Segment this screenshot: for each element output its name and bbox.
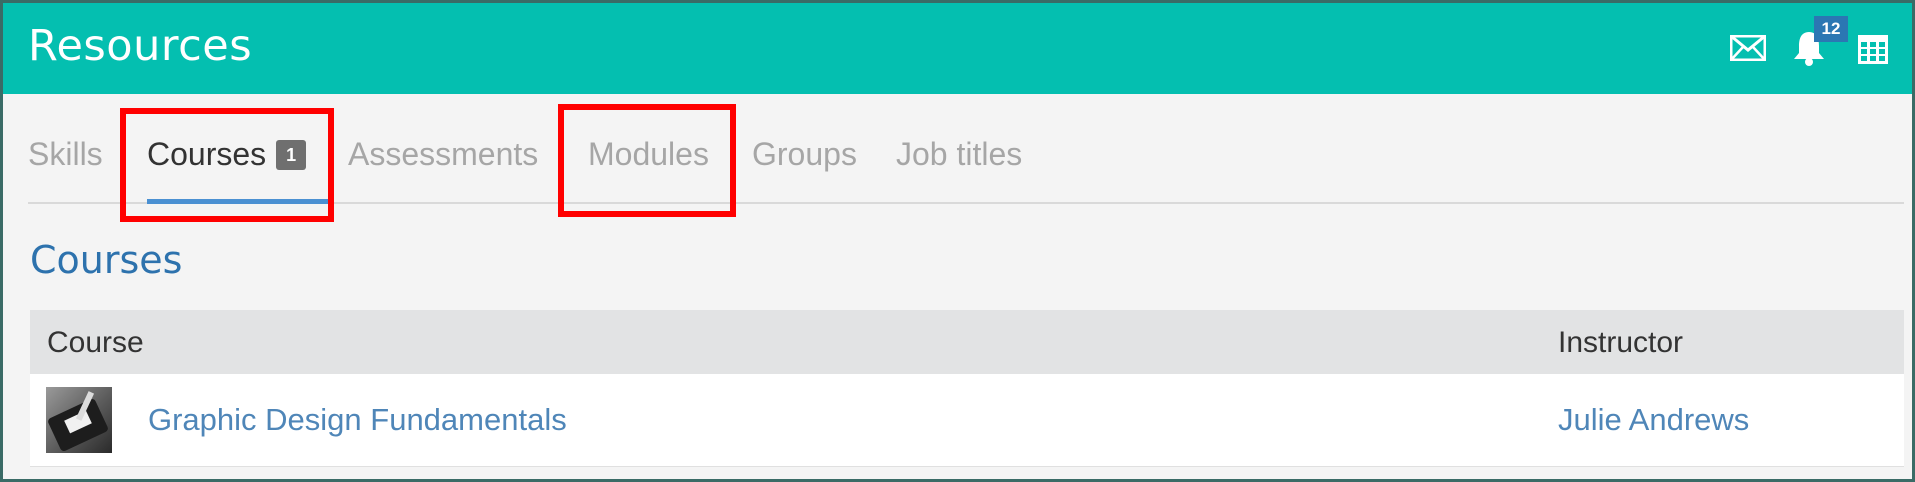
tab-modules[interactable]: Modules: [588, 136, 709, 173]
tab-job-titles[interactable]: Job titles: [896, 136, 1022, 173]
mail-icon[interactable]: [1729, 34, 1767, 66]
tab-label: Groups: [752, 136, 857, 172]
tab-label: Assessments: [348, 136, 539, 172]
table-row: Graphic Design Fundamentals Julie Andrew…: [30, 374, 1904, 467]
active-tab-indicator: [147, 199, 332, 204]
table-header: Course Instructor: [30, 310, 1904, 374]
course-link[interactable]: Graphic Design Fundamentals: [148, 402, 567, 438]
tab-label: Modules: [588, 136, 709, 172]
column-header-course: Course: [47, 326, 144, 359]
course-thumbnail[interactable]: [46, 387, 112, 453]
tab-groups[interactable]: Groups: [752, 136, 857, 173]
tab-bar: Skills Courses 1 Assessments Modules Grou…: [28, 94, 1904, 204]
resources-panel: Resources 12 Skills Courses 1 Assessment…: [0, 0, 1915, 482]
tab-courses[interactable]: Courses 1: [147, 136, 307, 173]
tab-assessments[interactable]: Assessments: [348, 136, 538, 173]
tab-label: Courses: [147, 136, 267, 172]
tab-label: Skills: [28, 136, 103, 172]
courses-table: Course Instructor Graphic Design Fundame…: [30, 310, 1904, 467]
column-header-instructor: Instructor: [1558, 326, 1684, 359]
tab-label: Job titles: [896, 136, 1023, 172]
calendar-icon[interactable]: [1857, 33, 1889, 70]
instructor-link[interactable]: Julie Andrews: [1558, 402, 1749, 438]
header-bar: Resources 12: [3, 3, 1912, 94]
section-title: Courses: [30, 238, 183, 282]
tab-skills[interactable]: Skills: [28, 136, 103, 173]
count-badge: 1: [276, 140, 307, 170]
page-title: Resources: [28, 21, 253, 71]
notification-badge: 12: [1814, 16, 1848, 42]
